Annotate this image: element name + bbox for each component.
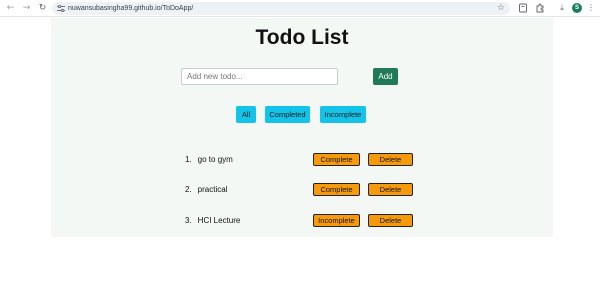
todo-item: 2. practical Complete Delete	[51, 183, 553, 197]
delete-todo-button[interactable]: Delete	[368, 153, 413, 166]
todo-item-number: 1.	[185, 155, 192, 164]
add-todo-button[interactable]: Add	[373, 68, 398, 85]
toggle-status-button[interactable]: Incomplete	[313, 214, 360, 227]
filter-incomplete-button[interactable]: Incomplete	[320, 106, 366, 123]
puzzle-extensions-icon[interactable]	[535, 3, 545, 13]
bookmark-star-icon[interactable]: ☆	[497, 3, 505, 14]
delete-todo-button[interactable]: Delete	[368, 214, 413, 227]
kebab-menu-icon[interactable]: ⋮	[586, 3, 596, 13]
delete-todo-button[interactable]: Delete	[368, 183, 413, 196]
profile-avatar[interactable]: S	[572, 3, 582, 13]
reload-icon[interactable]: ↻	[37, 3, 48, 14]
forward-arrow-icon[interactable]: →	[21, 3, 32, 14]
site-settings-icon[interactable]	[57, 5, 65, 12]
todo-item-text: HCI Lecture	[197, 216, 241, 225]
todo-item-label: 1. go to gym	[185, 155, 233, 165]
filter-all-button[interactable]: All	[236, 106, 256, 123]
todo-item-label: 3. HCI Lecture	[185, 216, 240, 226]
address-bar[interactable]: nuwansubasingha99.github.io/ToDoApp/ ☆	[52, 2, 510, 15]
filter-completed-button[interactable]: Completed	[265, 106, 310, 123]
url-text[interactable]: nuwansubasingha99.github.io/ToDoApp/	[68, 4, 193, 13]
browser-toolbar: ← → ↻ nuwansubasingha99.github.io/ToDoAp…	[0, 0, 600, 17]
page-title: Todo List	[255, 26, 349, 49]
todo-item-text: go to gym	[197, 155, 233, 164]
toggle-status-button[interactable]: Complete	[313, 153, 360, 166]
todo-app-container: Todo List Add All Completed Incomplete 1…	[51, 18, 553, 237]
extension-icon[interactable]	[518, 3, 528, 13]
new-todo-input[interactable]	[181, 68, 338, 85]
back-arrow-icon[interactable]: ←	[5, 3, 16, 14]
todo-item-number: 2.	[185, 185, 192, 194]
todo-item-number: 3.	[185, 216, 192, 225]
toggle-status-button[interactable]: Complete	[313, 183, 360, 196]
todo-item-label: 2. practical	[185, 185, 227, 195]
todo-item: 3. HCI Lecture Incomplete Delete	[51, 214, 553, 228]
download-icon[interactable]: ⤓	[557, 3, 567, 13]
todo-item: 1. go to gym Complete Delete	[51, 153, 553, 167]
todo-item-text: practical	[197, 185, 228, 194]
